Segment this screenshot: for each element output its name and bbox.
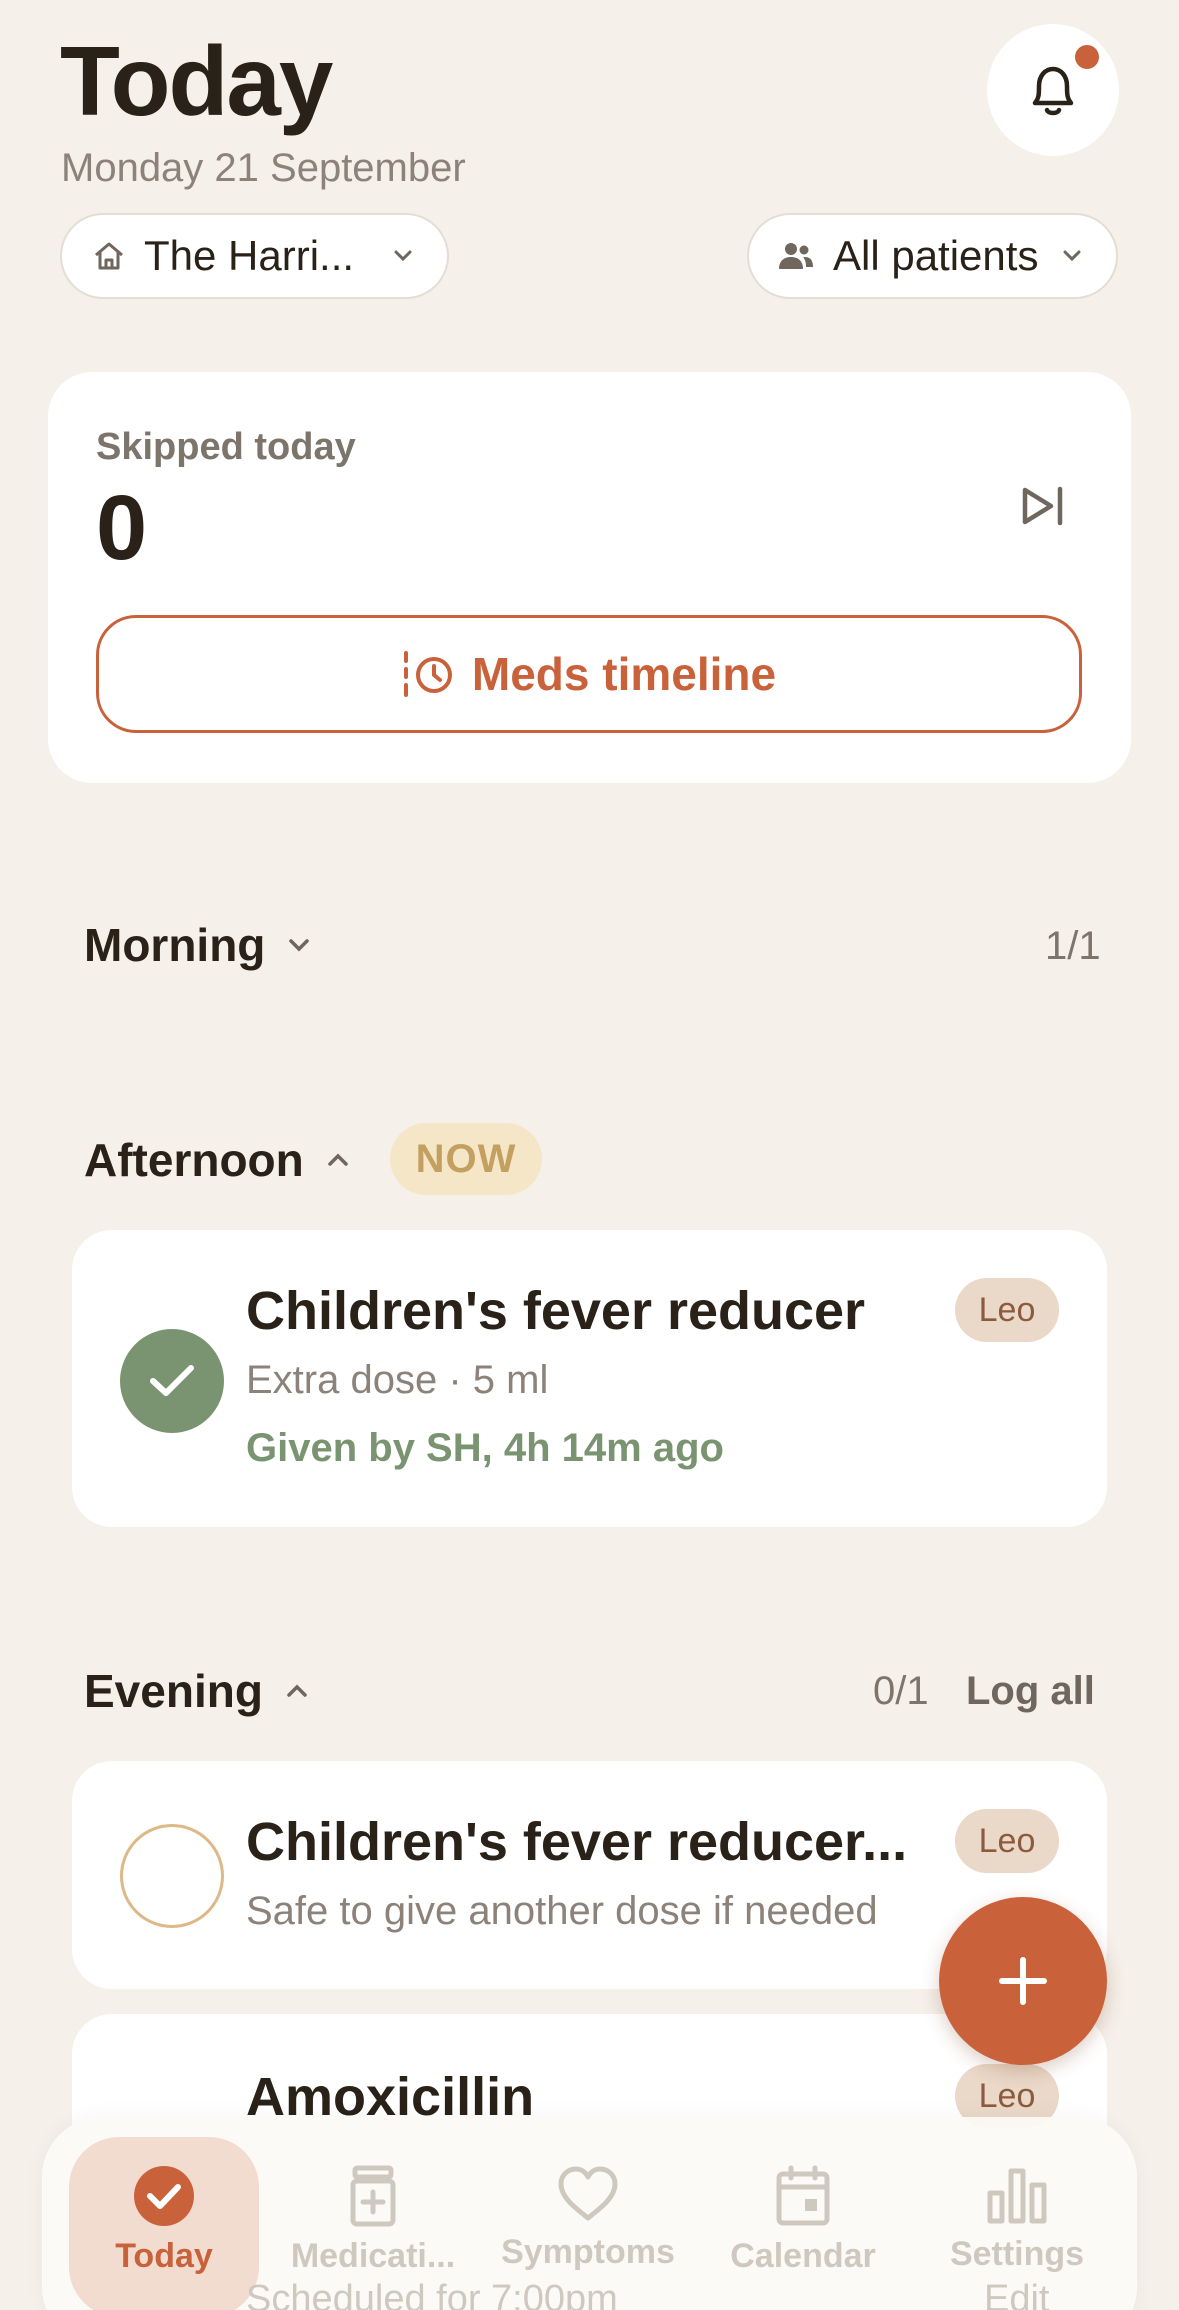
- med-given-status: Given by SH, 4h 14m ago: [246, 1426, 724, 1470]
- page-date: Monday 21 September: [61, 146, 466, 190]
- given-check-button[interactable]: [120, 1329, 224, 1433]
- section-afternoon-toggle[interactable]: Afternoon: [84, 1133, 350, 1187]
- now-badge: NOW: [390, 1123, 542, 1195]
- meds-timeline-button[interactable]: Meds timeline: [96, 615, 1082, 733]
- nav-settings-label: Settings: [949, 2235, 1085, 2273]
- heart-icon: [556, 2165, 620, 2223]
- med-detail: Extra dose · 5 ml: [246, 1358, 549, 1402]
- meds-timeline-label: Meds timeline: [471, 648, 777, 700]
- section-afternoon-label: Afternoon: [84, 1134, 304, 1186]
- morning-count: 1/1: [1045, 924, 1101, 968]
- people-icon: [777, 241, 815, 271]
- section-evening-toggle[interactable]: Evening: [84, 1664, 309, 1718]
- skip-forward-icon[interactable]: [1020, 485, 1066, 532]
- skipped-summary-card: Skipped today 0 Meds timeline: [48, 372, 1131, 783]
- pill-bottle-icon: [348, 2165, 398, 2227]
- evening-count: 0/1: [873, 1669, 929, 1713]
- med-detail: Safe to give another dose if needed: [246, 1889, 878, 1933]
- section-evening-label: Evening: [84, 1665, 263, 1717]
- nav-today[interactable]: Today: [69, 2137, 259, 2310]
- calendar-icon: [774, 2165, 832, 2227]
- bar-chart-icon: [986, 2165, 1048, 2225]
- med-name: Children's fever reducer...: [246, 1812, 908, 1872]
- chevron-down-icon: [287, 937, 311, 953]
- add-button[interactable]: [939, 1897, 1107, 2065]
- household-selector[interactable]: The Harri...: [60, 213, 449, 299]
- page-title: Today: [60, 26, 333, 136]
- med-schedule-text: Scheduled for 7:00pm: [246, 2278, 618, 2310]
- skipped-count: 0: [96, 477, 148, 579]
- bell-icon: [1026, 61, 1080, 119]
- patients-label: All patients: [833, 232, 1039, 279]
- patients-filter[interactable]: All patients: [747, 213, 1118, 299]
- nav-calendar-label: Calendar: [730, 2237, 876, 2275]
- plus-icon: [997, 1955, 1049, 2007]
- section-morning-label: Morning: [84, 919, 266, 971]
- log-dose-checkbox[interactable]: [120, 1824, 224, 1928]
- notification-dot: [1075, 45, 1099, 69]
- notifications-button[interactable]: [987, 24, 1119, 156]
- edit-link[interactable]: Edit: [984, 2278, 1049, 2310]
- chevron-up-icon: [326, 1152, 350, 1168]
- check-circle-icon: [133, 2165, 195, 2227]
- skipped-label: Skipped today: [96, 426, 356, 468]
- section-morning-toggle[interactable]: Morning: [84, 918, 311, 972]
- patient-badge: Leo: [955, 1809, 1059, 1873]
- chevron-down-icon: [1062, 249, 1082, 263]
- home-icon: [92, 240, 126, 272]
- log-all-button[interactable]: Log all: [966, 1669, 1095, 1714]
- med-name: Children's fever reducer: [246, 1281, 866, 1341]
- nav-today-label: Today: [115, 2237, 213, 2275]
- history-clock-icon: [402, 649, 460, 699]
- nav-medications-label: Medicati...: [290, 2237, 456, 2275]
- nav-symptoms-label: Symptoms: [501, 2233, 675, 2271]
- chevron-up-icon: [285, 1683, 309, 1699]
- patient-badge: Leo: [955, 1278, 1059, 1342]
- nav-calendar[interactable]: Calendar: [708, 2137, 898, 2310]
- chevron-down-icon: [393, 249, 413, 263]
- med-card-given[interactable]: Children's fever reducer Extra dose · 5 …: [72, 1230, 1107, 1527]
- household-label: The Harri...: [144, 232, 355, 279]
